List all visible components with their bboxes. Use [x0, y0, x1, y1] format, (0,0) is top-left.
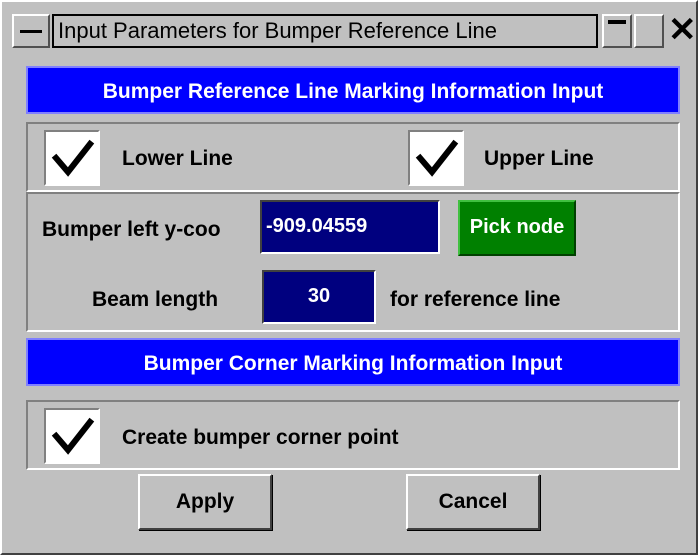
- checkmark-icon: [51, 139, 95, 177]
- close-icon: ✕: [668, 11, 697, 49]
- beam-length-input[interactable]: 30: [262, 270, 376, 324]
- create-corner-checkbox[interactable]: [44, 408, 100, 464]
- system-menu-button[interactable]: [12, 14, 50, 48]
- dialog-window: Input Parameters for Bumper Reference Li…: [0, 0, 698, 555]
- parameters-panel: Bumper left y-coo -909.04559 Pick node B…: [26, 192, 680, 332]
- close-button[interactable]: ✕: [666, 11, 698, 49]
- cancel-button[interactable]: Cancel: [406, 474, 540, 530]
- checkmark-icon: [415, 139, 459, 177]
- checkmark-icon: [51, 417, 95, 455]
- upper-line-checkbox[interactable]: [408, 130, 464, 186]
- upper-line-label: Upper Line: [484, 147, 594, 170]
- bumper-left-label: Bumper left y-coo: [42, 218, 221, 241]
- line-selection-panel: Lower Line Upper Line: [26, 122, 680, 192]
- window-title: Input Parameters for Bumper Reference Li…: [52, 14, 598, 48]
- system-menu-icon: [20, 30, 42, 33]
- lower-line-checkbox[interactable]: [44, 130, 100, 186]
- beam-length-suffix: for reference line: [390, 288, 561, 311]
- create-corner-label: Create bumper corner point: [122, 426, 399, 449]
- reference-line-header: Bumper Reference Line Marking Informatio…: [26, 66, 680, 114]
- pick-node-button[interactable]: Pick node: [458, 200, 576, 256]
- apply-button[interactable]: Apply: [138, 474, 272, 530]
- lower-line-label: Lower Line: [122, 147, 233, 170]
- bumper-left-input[interactable]: -909.04559: [260, 200, 440, 254]
- maximize-button[interactable]: [634, 14, 664, 48]
- corner-panel: Create bumper corner point: [26, 400, 680, 470]
- title-bar: Input Parameters for Bumper Reference Li…: [10, 11, 698, 52]
- beam-length-label: Beam length: [92, 288, 219, 311]
- corner-marking-header: Bumper Corner Marking Information Input: [26, 338, 680, 386]
- minimize-icon: [608, 20, 626, 24]
- minimize-button[interactable]: [602, 14, 632, 48]
